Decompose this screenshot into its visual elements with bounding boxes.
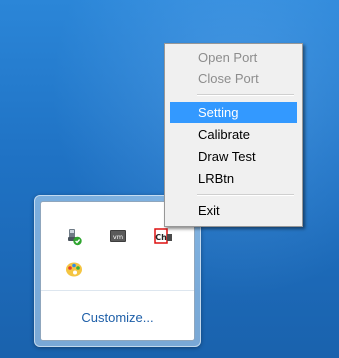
menu-item-exit[interactable]: Exit — [170, 200, 297, 221]
paint-palette-icon[interactable] — [65, 260, 83, 278]
menu-item-open-port[interactable]: Open Port — [170, 47, 297, 68]
vmware-icon-text: vm — [113, 233, 123, 241]
flyout-divider — [41, 290, 194, 291]
menu-item-calibrate[interactable]: Calibrate — [170, 124, 297, 145]
menu-separator — [197, 94, 294, 96]
vmware-tools-icon[interactable]: vm — [109, 227, 127, 245]
touch-icon-text: Ch — [155, 233, 167, 242]
usb-safely-remove-icon[interactable] — [65, 228, 83, 246]
menu-item-lrbtn[interactable]: LRBtn — [170, 168, 297, 189]
menu-item-close-port[interactable]: Close Port — [170, 68, 297, 89]
customize-link[interactable]: Customize... — [41, 310, 194, 325]
menu-item-setting[interactable]: Setting — [170, 102, 297, 123]
menu-item-draw-test[interactable]: Draw Test — [170, 146, 297, 167]
touch-app-icon[interactable]: Ch — [154, 227, 172, 245]
tray-context-menu: Open Port Close Port Setting Calibrate D… — [164, 43, 303, 227]
menu-separator — [197, 194, 294, 196]
